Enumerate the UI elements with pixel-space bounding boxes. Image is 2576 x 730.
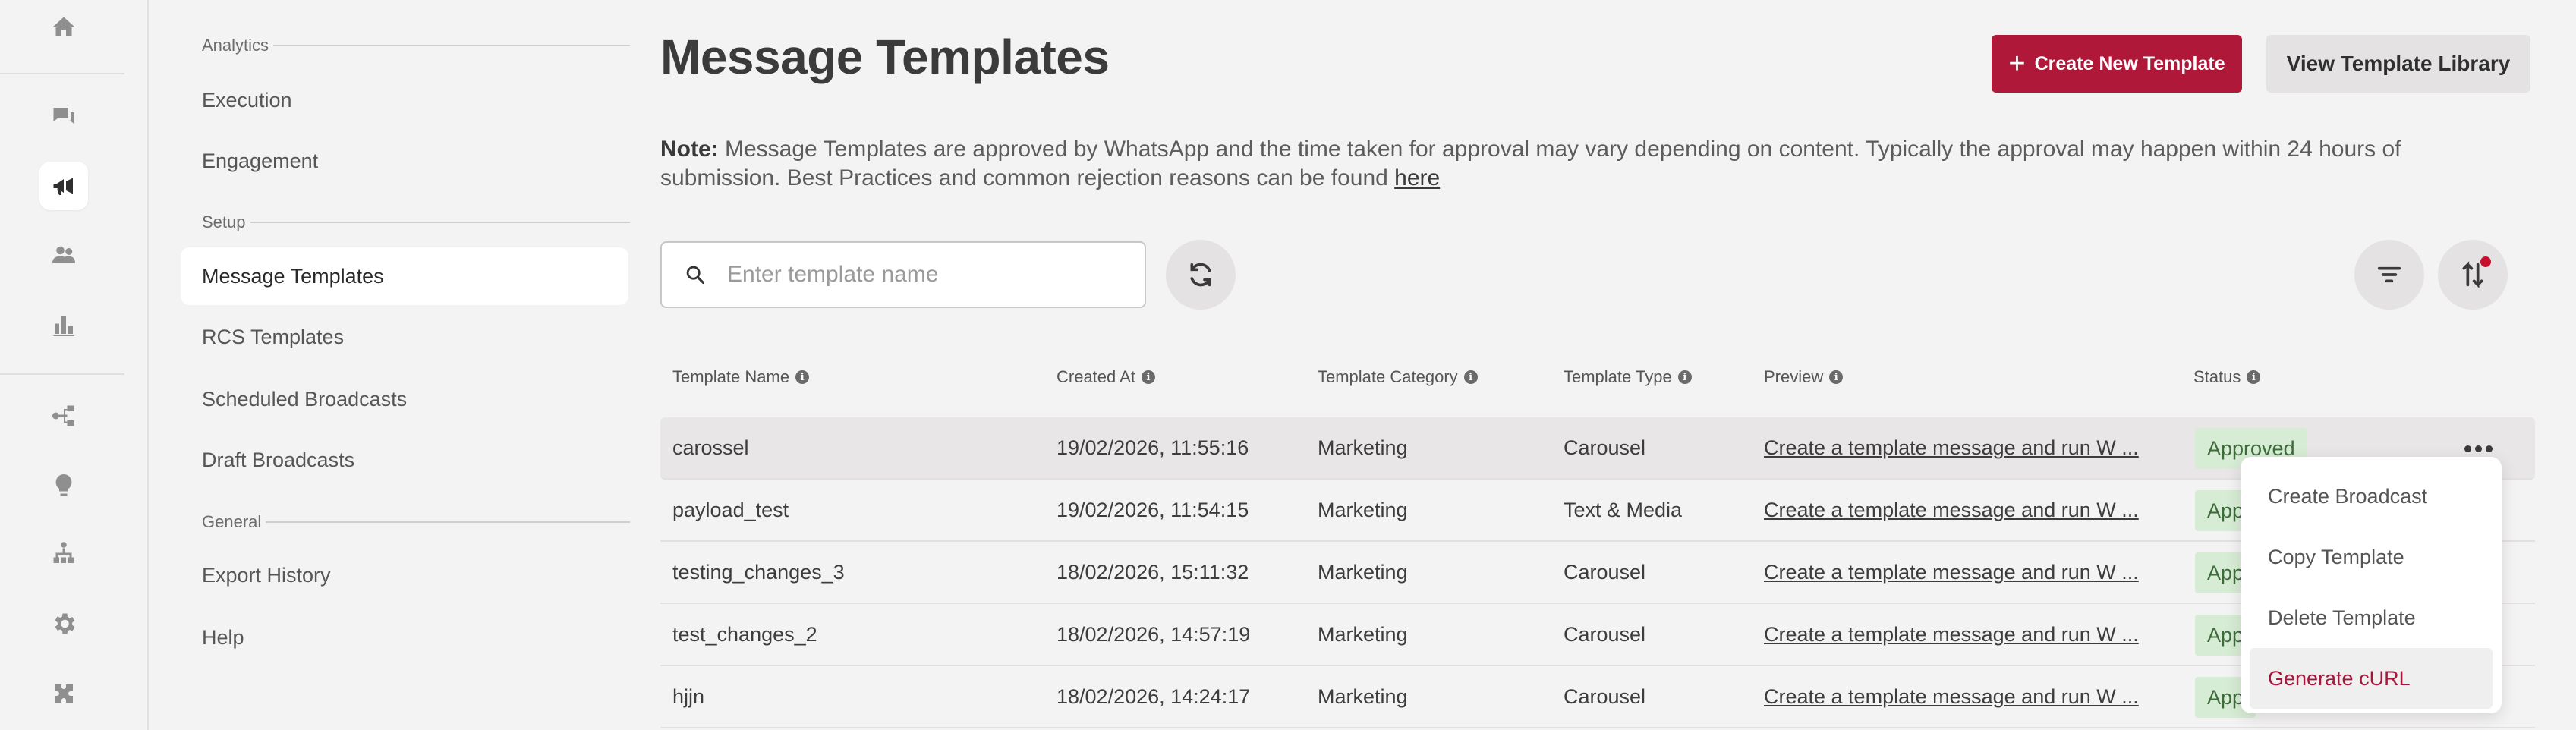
row-actions-menu: Create Broadcast Copy Template Delete Te… [2241, 457, 2502, 713]
info-icon[interactable]: i [1829, 370, 1844, 384]
type-cell: Text & Media [1564, 498, 1683, 521]
menu-item-generate-curl[interactable]: Generate cURL [2250, 648, 2493, 709]
plus-icon: + [2008, 48, 2026, 80]
rail-divider [0, 373, 124, 375]
megaphone-icon[interactable] [39, 162, 88, 210]
category-cell: Marketing [1318, 498, 1408, 521]
gear-icon[interactable] [39, 599, 88, 648]
preview-link[interactable]: Create a template message and run W ... [1764, 417, 2139, 478]
page-title: Message Templates [660, 30, 1110, 84]
column-header-template-category[interactable]: Template Category i [1318, 367, 1478, 387]
sidebar-item-draft-broadcasts[interactable]: Draft Broadcasts [181, 431, 628, 489]
approval-note: Note: Message Templates are approved by … [660, 135, 2512, 193]
sidebar-item-help[interactable]: Help [181, 609, 628, 666]
note-label: Note: [660, 137, 719, 162]
filter-button[interactable] [2354, 240, 2424, 310]
flow-icon[interactable] [39, 392, 88, 440]
info-icon[interactable]: i [1463, 370, 1478, 384]
best-practices-link[interactable]: here [1394, 165, 1440, 190]
create-new-template-label: Create New Template [2034, 52, 2225, 74]
sidebar-item-engagement[interactable]: Engagement [181, 132, 628, 190]
category-cell: Marketing [1318, 622, 1408, 646]
info-icon[interactable]: i [2247, 370, 2261, 384]
column-header-template-name[interactable]: Template Name i [672, 367, 810, 387]
info-icon[interactable]: i [795, 370, 810, 384]
created-at-cell: 18/02/2026, 14:57:19 [1057, 622, 1251, 646]
sidebar-item-rcs-templates[interactable]: RCS Templates [181, 308, 628, 366]
section-header-general: General [202, 511, 630, 533]
view-template-library-button[interactable]: View Template Library [2266, 35, 2530, 93]
icon-rail [0, 0, 149, 730]
search-box[interactable] [660, 241, 1146, 308]
search-icon [686, 266, 705, 285]
category-cell: Marketing [1318, 684, 1408, 708]
created-at-cell: 18/02/2026, 15:11:32 [1057, 560, 1249, 584]
sort-button[interactable] [2438, 240, 2508, 310]
sidebar-item-scheduled-broadcasts[interactable]: Scheduled Broadcasts [181, 370, 628, 428]
info-icon[interactable]: i [1141, 370, 1155, 384]
menu-item-delete-template[interactable]: Delete Template [2250, 587, 2493, 648]
filter-icon [2377, 266, 2401, 283]
refresh-button[interactable] [1166, 240, 1236, 310]
type-cell: Carousel [1564, 622, 1646, 646]
type-cell: Carousel [1564, 684, 1646, 708]
sidebar-item-execution[interactable]: Execution [181, 71, 628, 129]
type-cell: Carousel [1564, 436, 1646, 459]
created-at-cell: 19/02/2026, 11:54:15 [1057, 498, 1249, 521]
home-icon[interactable] [39, 3, 88, 52]
created-at-cell: 19/02/2026, 11:55:16 [1057, 436, 1249, 459]
column-header-template-type[interactable]: Template Type i [1564, 367, 1692, 387]
template-name-cell: carossel [672, 436, 749, 459]
search-input[interactable] [727, 262, 1122, 288]
column-header-created-at[interactable]: Created At i [1057, 367, 1155, 387]
template-name-cell: hjjn [672, 684, 705, 708]
org-icon[interactable] [39, 530, 88, 578]
secondary-sidebar: Analytics Execution Engagement Setup Mes… [150, 0, 636, 730]
chat-icon[interactable] [39, 93, 88, 141]
preview-link[interactable]: Create a template message and run W ... [1764, 542, 2139, 603]
sidebar-item-message-templates[interactable]: Message Templates [181, 247, 628, 305]
template-name-cell: payload_test [672, 498, 789, 521]
rail-divider [0, 73, 124, 74]
template-name-cell: test_changes_2 [672, 622, 817, 646]
preview-link[interactable]: Create a template message and run W ... [1764, 480, 2139, 540]
puzzle-icon[interactable] [39, 669, 88, 718]
create-new-template-button[interactable]: + Create New Template [1992, 35, 2242, 93]
refresh-icon [1190, 263, 1211, 287]
bar-chart-icon[interactable] [39, 300, 88, 349]
preview-link[interactable]: Create a template message and run W ... [1764, 604, 2139, 665]
menu-item-create-broadcast[interactable]: Create Broadcast [2250, 466, 2493, 527]
created-at-cell: 18/02/2026, 14:24:17 [1057, 684, 1251, 708]
sidebar-item-export-history[interactable]: Export History [181, 546, 628, 604]
info-icon[interactable]: i [1677, 370, 1692, 384]
category-cell: Marketing [1318, 436, 1408, 459]
column-header-preview[interactable]: Preview i [1764, 367, 1844, 387]
preview-link[interactable]: Create a template message and run W ... [1764, 666, 2139, 727]
section-header-setup: Setup [202, 212, 630, 233]
bulb-icon[interactable] [39, 461, 88, 510]
users-icon[interactable] [39, 231, 88, 279]
column-header-status[interactable]: Status i [2193, 367, 2261, 387]
sort-active-dot [2480, 256, 2491, 267]
menu-item-copy-template[interactable]: Copy Template [2250, 527, 2493, 587]
category-cell: Marketing [1318, 560, 1408, 584]
template-name-cell: testing_changes_3 [672, 560, 845, 584]
note-text: Message Templates are approved by WhatsA… [660, 137, 2401, 190]
section-header-analytics: Analytics [202, 35, 630, 56]
type-cell: Carousel [1564, 560, 1646, 584]
table-header: Template Name i Created At i Template Cate… [660, 360, 2535, 396]
more-icon [2464, 445, 2471, 452]
